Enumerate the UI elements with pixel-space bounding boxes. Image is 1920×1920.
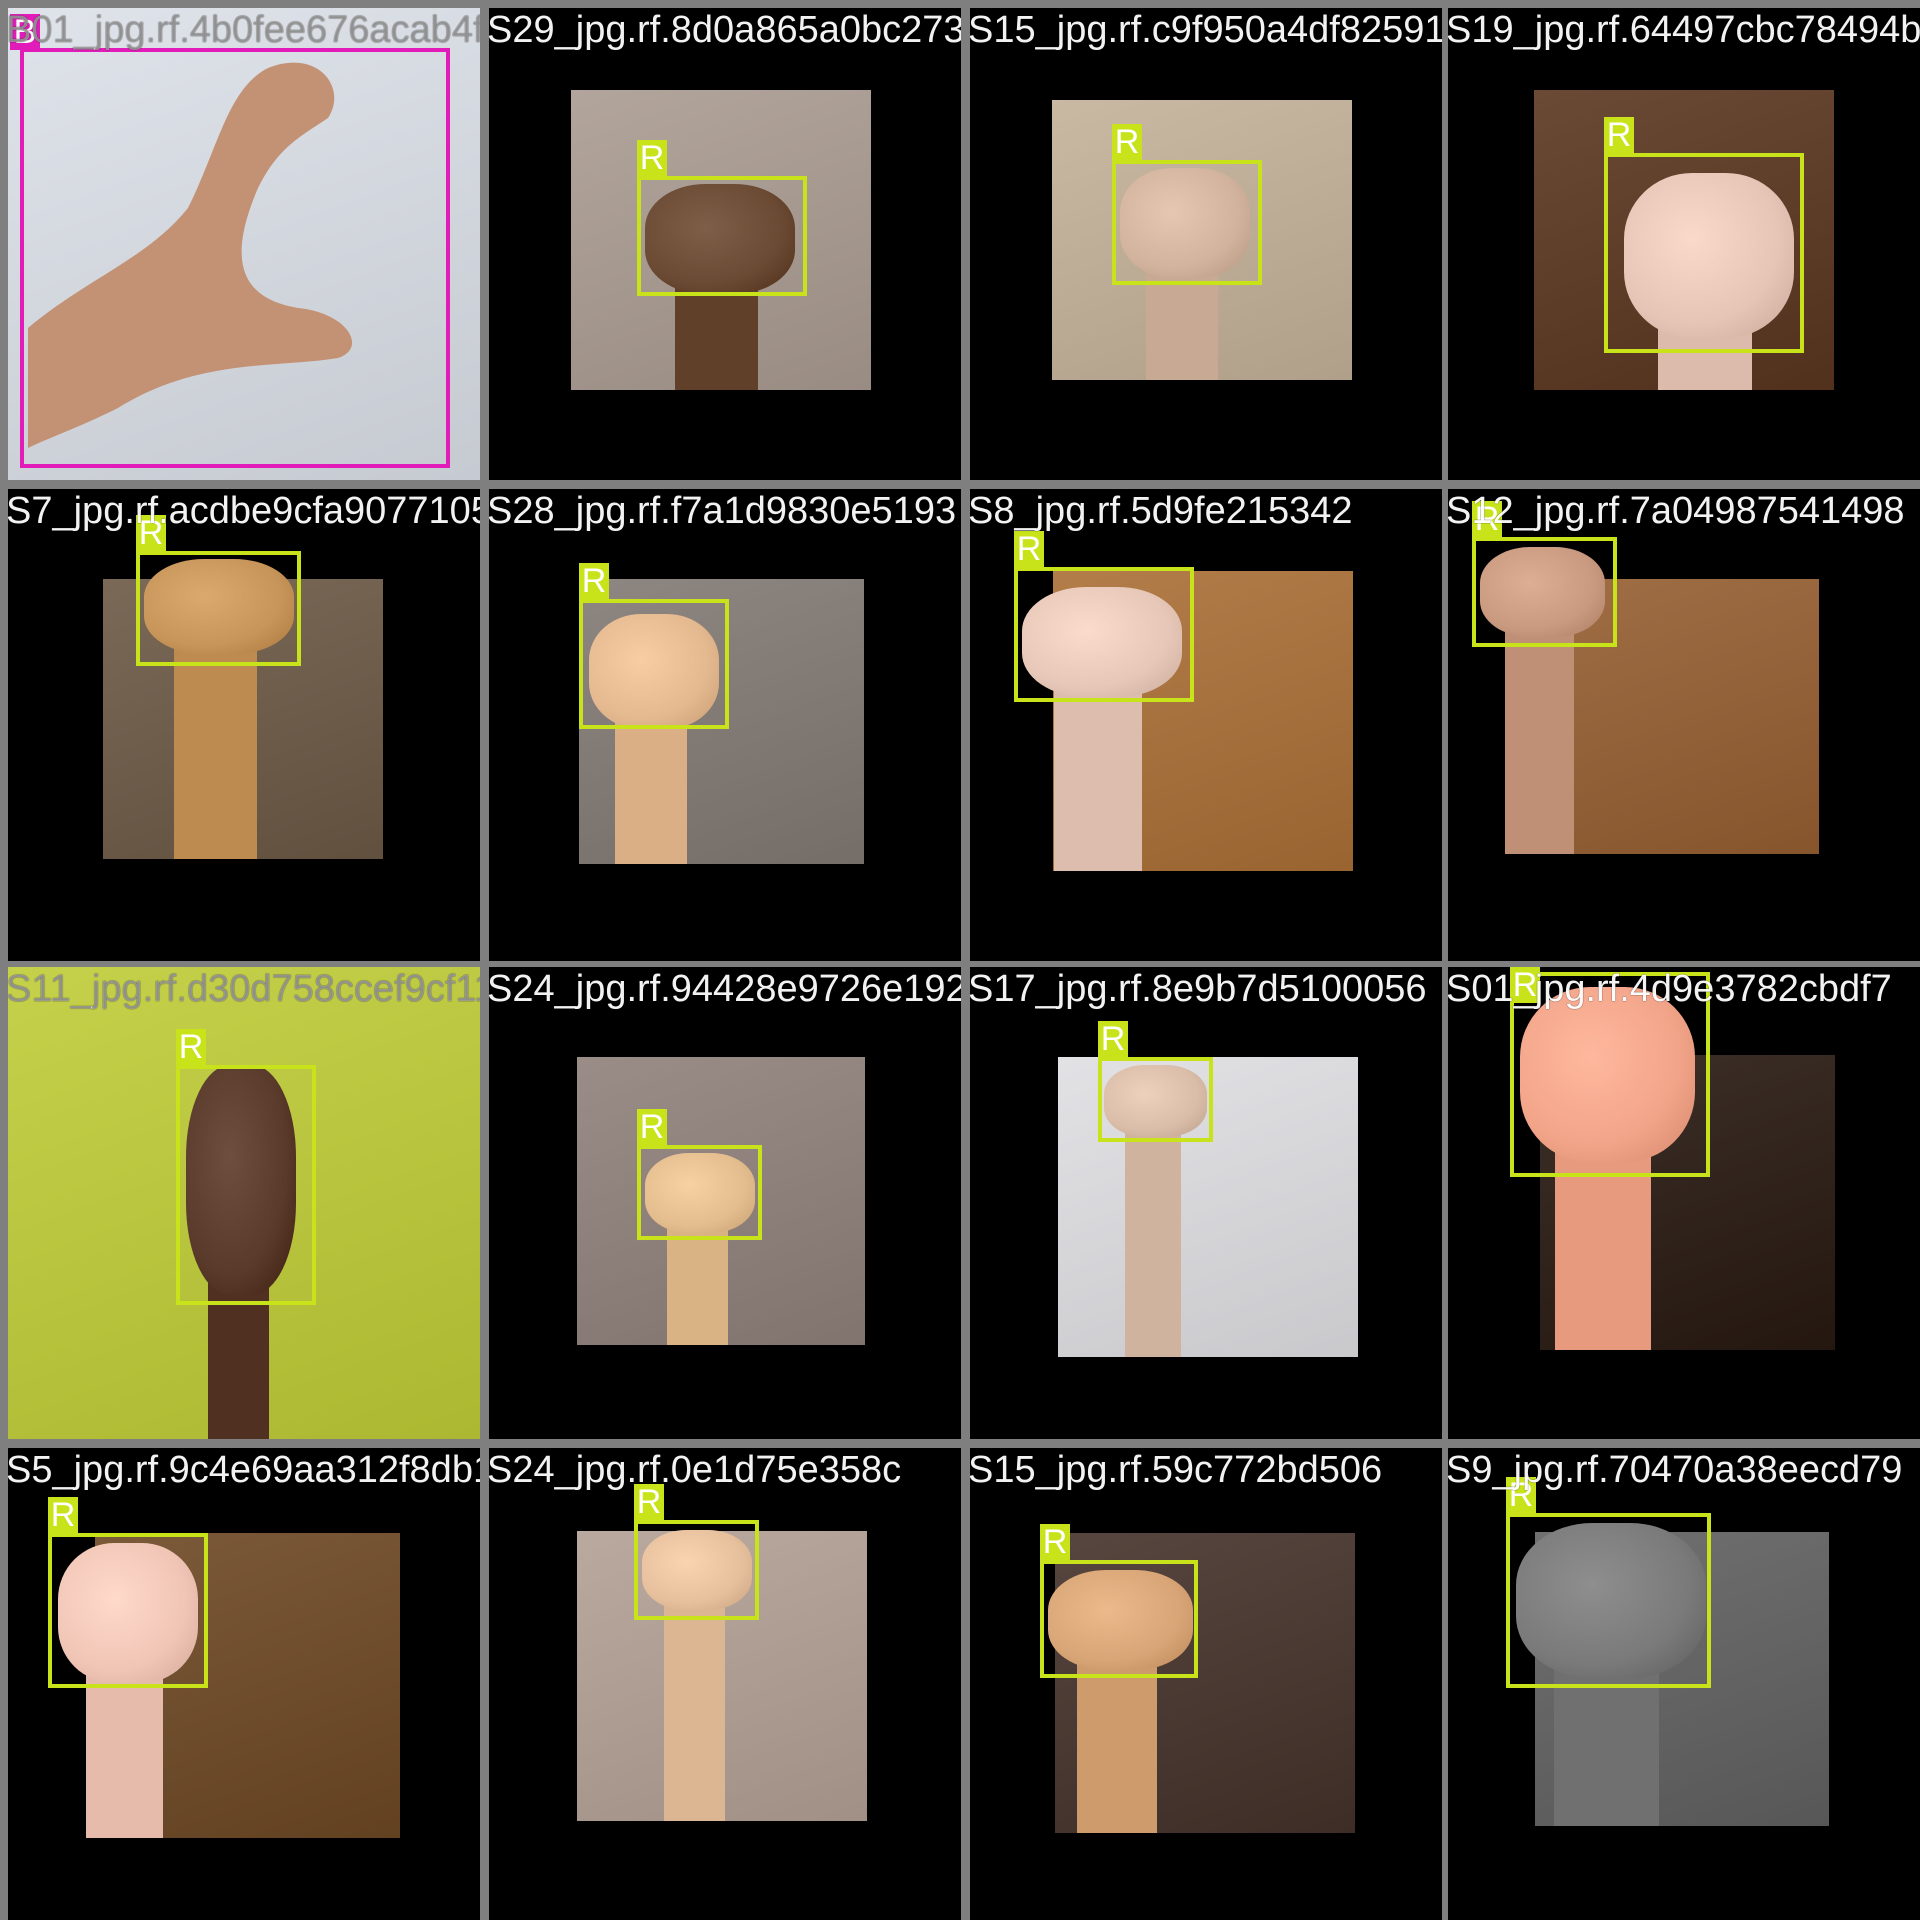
image-tile[interactable]: R S17_jpg.rf.8e9b7d5100056 [970, 967, 1442, 1439]
image-tile[interactable]: R S9_jpg.rf.70470a38eecd79 [1448, 1448, 1920, 1920]
bounding-box [637, 1145, 762, 1240]
file-name: S24_jpg.rf.94428e9726e192 [489, 968, 961, 1010]
file-name: S28_jpg.rf.f7a1d9830e5193 [489, 490, 957, 532]
class-label: R [1472, 501, 1502, 537]
bounding-box [136, 551, 301, 666]
image-tile[interactable]: R S5_jpg.rf.9c4e69aa312f8db1 [8, 1448, 480, 1920]
image-tile[interactable]: R S28_jpg.rf.f7a1d9830e5193 [489, 489, 961, 961]
class-label: R [1604, 117, 1634, 153]
class-label: B [10, 14, 40, 50]
file-name: S15_jpg.rf.c9f950a4df8259176 [970, 9, 1442, 51]
bounding-box [1040, 1560, 1198, 1678]
class-label: R [136, 515, 166, 551]
bounding-box [637, 176, 807, 296]
file-name: S8_jpg.rf.5d9fe215342 [970, 490, 1353, 532]
bounding-box [1506, 1513, 1711, 1688]
image-tile[interactable]: R S29_jpg.rf.8d0a865a0bc27390 [489, 8, 961, 480]
class-label: R [637, 1109, 667, 1145]
file-name: S15_jpg.rf.59c772bd506 [970, 1449, 1383, 1491]
bounding-box [1604, 153, 1804, 353]
image-tile[interactable]: R S15_jpg.rf.c9f950a4df8259176 [970, 8, 1442, 480]
bounding-box [1098, 1057, 1213, 1142]
file-name: S5_jpg.rf.9c4e69aa312f8db1 [8, 1449, 480, 1491]
image-tile[interactable]: R S24_jpg.rf.94428e9726e192 [489, 967, 961, 1439]
class-label: R [637, 140, 667, 176]
image-tile[interactable]: R S19_jpg.rf.64497cbc78494b [1448, 8, 1920, 480]
class-label: R [176, 1029, 206, 1065]
image-tile[interactable]: R S12_jpg.rf.7a04987541498 [1448, 489, 1920, 961]
class-label: R [1098, 1021, 1128, 1057]
file-name: S12_jpg.rf.7a04987541498 [1448, 490, 1905, 532]
bounding-box [1510, 972, 1710, 1177]
image-tile[interactable]: R S01_jpg.rf.4d9e3782cbdf7 [1448, 967, 1920, 1439]
image-tile[interactable]: R S7_jpg.rf.acdbe9cfa90771056 [8, 489, 480, 961]
bounding-box [1472, 537, 1617, 647]
bounding-box [579, 599, 729, 729]
file-name: S29_jpg.rf.8d0a865a0bc27390 [489, 9, 961, 51]
class-label: R [634, 1484, 664, 1520]
bounding-box [20, 48, 450, 468]
class-label: R [1112, 124, 1142, 160]
bounding-box [176, 1065, 316, 1305]
image-tile[interactable]: R S15_jpg.rf.59c772bd506 [970, 1448, 1442, 1920]
file-name: S17_jpg.rf.8e9b7d5100056 [970, 968, 1427, 1010]
file-name: S24_jpg.rf.0e1d75e358c [489, 1449, 902, 1491]
file-name: S7_jpg.rf.acdbe9cfa90771056 [8, 490, 480, 532]
class-label: R [1510, 967, 1540, 1003]
bounding-box [1014, 567, 1194, 702]
class-label: R [1040, 1524, 1070, 1560]
image-tile[interactable]: B B01_jpg.rf.4b0fee676acab4f [8, 8, 480, 480]
class-label: R [48, 1497, 78, 1533]
image-tile[interactable]: R S24_jpg.rf.0e1d75e358c [489, 1448, 961, 1920]
class-label: R [1506, 1477, 1536, 1513]
bounding-box [1112, 160, 1262, 285]
image-tile[interactable]: R S11_jpg.rf.d30d758ccef9cf11 [8, 967, 480, 1439]
bounding-box [48, 1533, 208, 1688]
class-label: R [579, 563, 609, 599]
bounding-box [634, 1520, 759, 1620]
image-tile[interactable]: R S8_jpg.rf.5d9fe215342 [970, 489, 1442, 961]
class-label: R [1014, 531, 1044, 567]
file-name: S19_jpg.rf.64497cbc78494b [1448, 9, 1920, 51]
arm [1124, 1108, 1182, 1357]
